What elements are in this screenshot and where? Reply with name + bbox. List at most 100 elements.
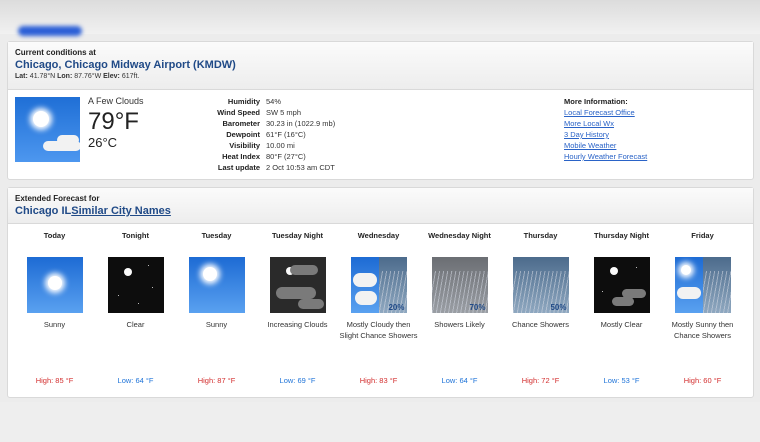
lat-label: Lat: <box>15 73 28 80</box>
station-name: Chicago, Chicago Midway Airport (KMDW) <box>15 59 236 71</box>
period-description: Sunny <box>205 320 228 329</box>
forecast-periods: Today Sunny High: 85 °F Tonight Clear Lo… <box>8 224 753 394</box>
precipitation-chance: 20% <box>388 303 405 312</box>
mostly-cloudy-showers-icon: 20% <box>350 257 407 313</box>
detail-row-visibility: Visibility 10.00 mi <box>198 140 335 151</box>
detail-row-last-update: Last update 2 Oct 10:53 am CDT <box>198 162 335 173</box>
sunny-icon <box>26 257 83 313</box>
lat-value: 41.78°N <box>29 73 56 80</box>
period-description: Chance Showers <box>511 320 570 329</box>
mostly-clear-night-icon <box>593 257 650 313</box>
extended-forecast-label: Extended Forecast for <box>15 194 100 203</box>
link-hourly-weather-forecast[interactable]: Hourly Weather Forecast <box>564 151 647 162</box>
forecast-period-friday[interactable]: Friday Mostly Sunny then Chance Showers … <box>662 224 743 385</box>
period-name: Tuesday Night <box>271 231 324 240</box>
period-temperature: High: 85 °F <box>35 376 74 385</box>
period-temperature: Low: 64 °F <box>117 376 154 385</box>
period-description: Clear <box>126 320 145 329</box>
forecast-period-tuesday[interactable]: Tuesday Sunny High: 87 °F <box>176 224 257 385</box>
sun-few-clouds-icon <box>15 97 80 162</box>
period-description: Increasing Clouds <box>267 320 328 329</box>
period-temperature: High: 87 °F <box>197 376 236 385</box>
extended-forecast-panel: Extended Forecast for Chicago ILSimilar … <box>7 187 754 398</box>
detail-value: 80°F (27°C) <box>266 152 306 161</box>
period-name: Thursday <box>523 231 558 240</box>
period-temperature: High: 60 °F <box>683 376 722 385</box>
blurred-bottom-area <box>0 402 760 442</box>
forecast-period-today[interactable]: Today Sunny High: 85 °F <box>14 224 95 385</box>
more-information: More Information: Local Forecast Office … <box>564 96 647 162</box>
period-temperature: Low: 53 °F <box>603 376 640 385</box>
detail-value: 2 Oct 10:53 am CDT <box>266 163 335 172</box>
elev-label: Elev: <box>103 73 120 80</box>
forecast-period-wednesday-night[interactable]: Wednesday Night 70% Showers Likely Low: … <box>419 224 500 385</box>
current-conditions-label: Current conditions at <box>15 48 96 57</box>
detail-label: Barometer <box>222 119 260 128</box>
period-name: Friday <box>691 231 714 240</box>
location-name: Chicago IL <box>15 205 72 217</box>
link-mobile-weather[interactable]: Mobile Weather <box>564 140 647 151</box>
forecast-period-thursday-night[interactable]: Thursday Night Mostly Clear Low: 53 °F <box>581 224 662 385</box>
current-details-table: Humidity 54% Wind Speed SW 5 mph Barometer… <box>198 96 335 173</box>
period-name: Thursday Night <box>593 231 649 240</box>
period-description: Mostly Sunny then Chance Showers <box>671 320 734 340</box>
period-temperature: High: 83 °F <box>359 376 398 385</box>
blurred-top-banner <box>0 0 760 36</box>
period-name: Wednesday <box>357 231 400 240</box>
detail-label: Dewpoint <box>226 130 260 139</box>
forecast-location: Chicago ILSimilar City Names <box>15 205 746 217</box>
detail-row-barometer: Barometer 30.23 in (1022.9 mb) <box>198 118 335 129</box>
current-conditions-body: A Few Clouds 79°F 26°C Humidity 54% Wind … <box>8 90 753 180</box>
link-more-local-wx[interactable]: More Local Wx <box>564 118 647 129</box>
detail-value: 10.00 mi <box>266 141 295 150</box>
showers-icon: 70% <box>431 257 488 313</box>
period-description: Showers Likely <box>434 320 485 329</box>
detail-value: SW 5 mph <box>266 108 302 117</box>
mostly-sunny-showers-icon <box>674 257 731 313</box>
period-temperature: Low: 64 °F <box>441 376 478 385</box>
extended-forecast-header: Extended Forecast for Chicago ILSimilar … <box>8 188 753 224</box>
period-name: Today <box>43 231 66 240</box>
link-local-forecast-office[interactable]: Local Forecast Office <box>564 107 647 118</box>
current-conditions-header: Current conditions at Chicago, Chicago M… <box>8 42 753 90</box>
lon-label: Lon: <box>57 73 73 80</box>
link-3-day-history[interactable]: 3 Day History <box>564 129 647 140</box>
detail-label: Visibility <box>229 141 260 150</box>
chance-showers-icon: 50% <box>512 257 569 313</box>
detail-value: 61°F (16°C) <box>266 130 306 139</box>
sunny-icon <box>188 257 245 313</box>
precipitation-chance: 70% <box>469 303 486 312</box>
detail-label: Humidity <box>227 97 260 106</box>
forecast-period-thursday[interactable]: Thursday 50% Chance Showers High: 72 °F <box>500 224 581 385</box>
increasing-clouds-night-icon <box>269 257 326 313</box>
forecast-period-tonight[interactable]: Tonight Clear Low: 64 °F <box>95 224 176 385</box>
period-description: Mostly Cloudy then Slight Chance Showers <box>339 320 418 340</box>
detail-value: 54% <box>266 97 282 106</box>
period-name: Tuesday <box>201 231 232 240</box>
period-temperature: Low: 69 °F <box>279 376 316 385</box>
detail-row-wind: Wind Speed SW 5 mph <box>198 107 335 118</box>
precipitation-chance: 50% <box>550 303 567 312</box>
detail-row-humidity: Humidity 54% <box>198 96 335 107</box>
period-name: Wednesday Night <box>428 231 491 240</box>
detail-label: Wind Speed <box>217 108 260 117</box>
blurred-tab <box>18 26 82 36</box>
forecast-period-wednesday[interactable]: Wednesday 20% Mostly Cloudy then Slight … <box>338 224 419 385</box>
detail-label: Last update <box>217 163 260 172</box>
period-description: Sunny <box>43 320 66 329</box>
detail-value: 30.23 in (1022.9 mb) <box>266 119 336 128</box>
period-name: Tonight <box>122 231 149 240</box>
detail-row-dewpoint: Dewpoint 61°F (16°C) <box>198 129 335 140</box>
clear-night-icon <box>107 257 164 313</box>
period-temperature: High: 72 °F <box>521 376 560 385</box>
current-conditions-panel: Current conditions at Chicago, Chicago M… <box>7 41 754 180</box>
forecast-period-tuesday-night[interactable]: Tuesday Night Increasing Clouds Low: 69 … <box>257 224 338 385</box>
current-summary: A Few Clouds <box>88 96 144 106</box>
current-temp-f: 79°F <box>88 108 139 135</box>
period-description: Mostly Clear <box>600 320 643 329</box>
elev-value: 617ft. <box>121 73 140 80</box>
more-information-heading: More Information: <box>564 97 628 106</box>
current-temp-c: 26°C <box>88 135 118 150</box>
similar-city-names-link[interactable]: Similar City Names <box>71 205 171 217</box>
station-coordinates: Lat: 41.78°N Lon: 87.76°W Elev: 617ft. <box>15 73 746 80</box>
